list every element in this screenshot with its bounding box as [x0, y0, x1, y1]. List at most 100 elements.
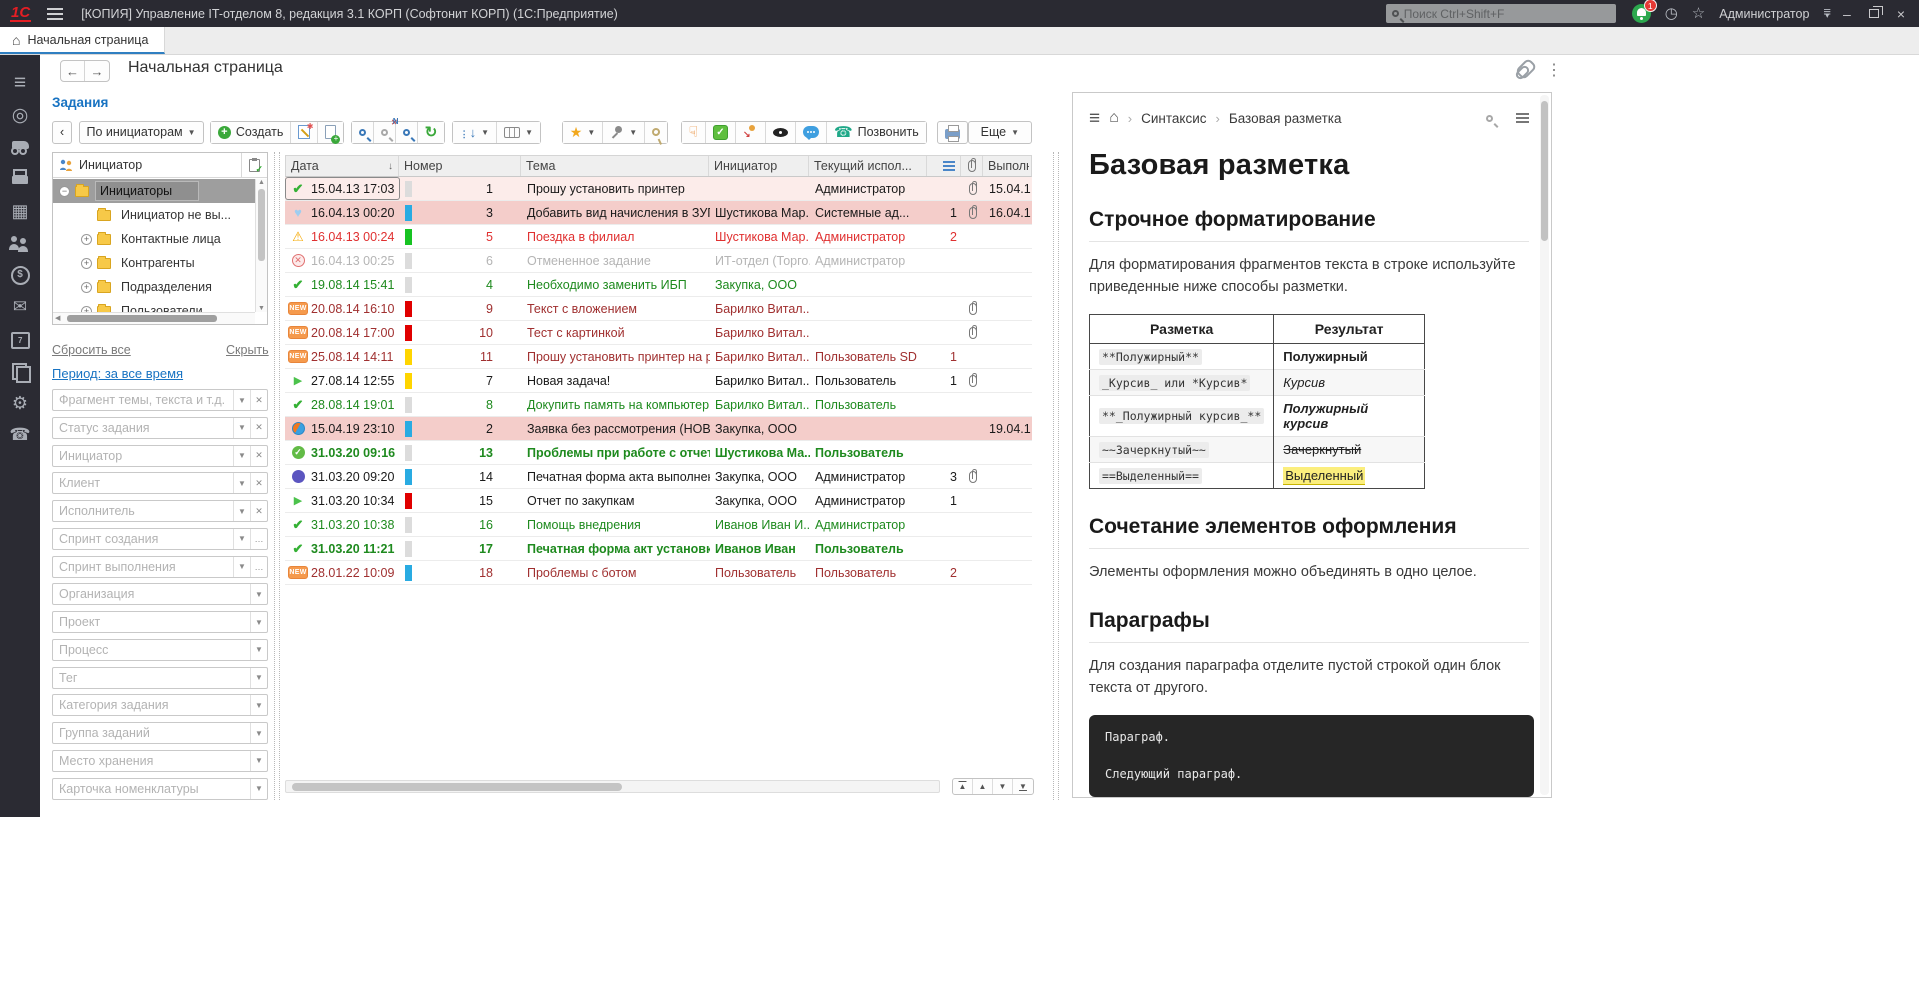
attachment-cell[interactable] [962, 393, 984, 416]
scrollbar-thumb[interactable] [292, 783, 622, 791]
tree-item[interactable]: −Инициаторы [53, 179, 255, 203]
dropdown-caret-icon[interactable]: ▼ [250, 723, 267, 743]
dropdown-caret-icon[interactable]: ▼ [233, 390, 250, 410]
date-cell[interactable]: ✔28.08.14 19:01 [285, 393, 400, 416]
initiator-cell[interactable]: Барилко Витал... [710, 393, 810, 416]
initiator-cell[interactable]: Барилко Витал... [710, 321, 810, 344]
attachment-cell[interactable] [962, 489, 984, 512]
date-cell[interactable]: NEW25.08.14 14:11 [285, 345, 400, 368]
discussion-button[interactable] [796, 122, 827, 143]
attachment-cell[interactable] [962, 465, 984, 488]
table-row[interactable]: NEW28.01.22 10:0918Проблемы с ботом Польз… [285, 561, 1032, 585]
executor-cell[interactable]: Пользователь [810, 369, 928, 392]
create-button[interactable]: + Создать [211, 122, 292, 143]
table-row[interactable]: 15.04.19 23:102Заявка без рассмотрения (… [285, 417, 1032, 441]
doc-home-icon[interactable]: ⌂ [1109, 110, 1119, 126]
executor-cell[interactable] [810, 321, 928, 344]
calendar-icon[interactable] [0, 324, 40, 354]
table-row[interactable]: ✕16.04.13 00:256Отмененное заданиеИТ-отд… [285, 249, 1032, 273]
back-button[interactable]: ← [61, 61, 85, 81]
table-row[interactable]: ✔28.08.14 19:018Докупить память на компь… [285, 393, 1032, 417]
filter-input[interactable]: Спринт создания▼… [52, 528, 268, 550]
doc-menu-icon[interactable]: ≡ [1089, 109, 1100, 128]
services-icon[interactable] [0, 100, 40, 130]
number-cell[interactable]: 18 [400, 561, 522, 584]
done-cell[interactable] [984, 297, 1032, 320]
count-cell[interactable] [928, 441, 962, 464]
dropdown-caret-icon[interactable]: ▼ [233, 446, 250, 466]
date-cell[interactable]: ♥16.04.13 00:20 [285, 201, 400, 224]
dropdown-caret-icon[interactable]: ▼ [250, 751, 267, 771]
executor-cell[interactable]: Администратор [810, 249, 928, 272]
reassign-button[interactable] [736, 122, 766, 143]
count-cell[interactable] [928, 273, 962, 296]
users-icon[interactable] [0, 228, 40, 258]
count-cell[interactable]: 2 [928, 225, 962, 248]
number-cell[interactable]: 7 [400, 369, 522, 392]
clear-icon[interactable]: ✕ [250, 390, 267, 410]
attachment-cell[interactable] [962, 321, 984, 344]
filter-input[interactable]: Проект▼ [52, 611, 268, 633]
executor-cell[interactable]: Администратор [810, 225, 928, 248]
user-name[interactable]: Администратор [1719, 7, 1809, 21]
theme-cell[interactable]: Тест с картинкой [522, 321, 710, 344]
filter-input[interactable]: Исполнитель▼✕ [52, 500, 268, 522]
dropdown-caret-icon[interactable]: ▼ [233, 501, 250, 521]
filter-input[interactable]: Карточка номенклатуры▼ [52, 778, 268, 800]
date-cell[interactable]: ▶31.03.20 10:34 [285, 489, 400, 512]
count-cell[interactable]: 3 [928, 465, 962, 488]
checklist-button[interactable] [241, 153, 267, 177]
theme-cell[interactable]: Новая задача! [522, 369, 710, 392]
count-cell[interactable] [928, 417, 962, 440]
theme-cell[interactable]: Помощь внедрения [522, 513, 710, 536]
main-menu-icon[interactable] [47, 8, 63, 20]
count-cell[interactable] [928, 513, 962, 536]
executor-cell[interactable] [810, 417, 928, 440]
date-cell[interactable]: NEW28.01.22 10:09 [285, 561, 400, 584]
done-cell[interactable]: 19.04.1 [984, 417, 1032, 440]
table-row[interactable]: NEW20.08.14 16:109Текст с вложениемБарил… [285, 297, 1032, 321]
sort-button[interactable]: ↓▼ [453, 122, 497, 143]
done-cell[interactable] [984, 273, 1032, 296]
dropdown-caret-icon[interactable]: ▼ [250, 695, 267, 715]
observe-button[interactable] [766, 122, 796, 143]
collapse-icon[interactable]: − [59, 186, 70, 197]
date-cell[interactable]: ✔31.03.20 11:21 [285, 537, 400, 560]
filter-input[interactable]: Статус задания▼✕ [52, 417, 268, 439]
tree-item[interactable]: Инициатор не вы... [53, 203, 255, 227]
filter-input[interactable]: Фрагмент темы, текста и т.д.▼✕ [52, 389, 268, 411]
executor-cell[interactable]: Пользователь [810, 393, 928, 416]
dropdown-caret-icon[interactable]: ▼ [233, 557, 250, 577]
theme-cell[interactable]: Проблемы с ботом [522, 561, 710, 584]
call-button[interactable]: ☎Позвонить [827, 122, 926, 143]
initiator-cell[interactable] [710, 177, 810, 200]
go-last-button[interactable]: ▼ [1013, 779, 1033, 794]
theme-cell[interactable]: Прошу установить принтер [522, 177, 710, 200]
doc-toc-icon[interactable] [1516, 113, 1529, 115]
attachment-cell[interactable] [962, 225, 984, 248]
dropdown-caret-icon[interactable]: ▼ [250, 612, 267, 632]
expand-icon[interactable]: + [81, 234, 92, 245]
print-button[interactable] [937, 121, 968, 144]
theme-cell[interactable]: Поездка в филиал [522, 225, 710, 248]
executor-cell[interactable]: Пользователь [810, 561, 928, 584]
attachment-cell[interactable] [962, 417, 984, 440]
initiator-cell[interactable]: Закупка, ООО [710, 417, 810, 440]
dropdown-caret-icon[interactable]: ▼ [233, 418, 250, 438]
initiator-cell[interactable]: Шустикова Мар... [710, 201, 810, 224]
table-row[interactable]: ⚠16.04.13 00:245Поездка в филиалШустиков… [285, 225, 1032, 249]
refresh-button[interactable]: ↻ [418, 122, 445, 143]
theme-cell[interactable]: Заявка без рассмотрения (НОВАЯ!) [522, 417, 710, 440]
expand-icon[interactable]: + [81, 258, 92, 269]
column-header-2[interactable]: Тема [521, 156, 709, 176]
table-row[interactable]: 31.03.20 09:2014Печатная форма акта выпо… [285, 465, 1032, 489]
column-header-1[interactable]: Номер [399, 156, 521, 176]
number-cell[interactable]: 6 [400, 249, 522, 272]
dropdown-caret-icon[interactable]: ▼ [250, 668, 267, 688]
table-row[interactable]: ♥16.04.13 00:203Добавить вид начисления … [285, 201, 1032, 225]
theme-cell[interactable]: Отчет по закупкам [522, 489, 710, 512]
initiator-cell[interactable]: Закупка, ООО [710, 273, 810, 296]
global-search-input[interactable]: Поиск Ctrl+Shift+F [1386, 4, 1616, 23]
filter-input[interactable]: Спринт выполнения▼… [52, 556, 268, 578]
count-cell[interactable] [928, 537, 962, 560]
